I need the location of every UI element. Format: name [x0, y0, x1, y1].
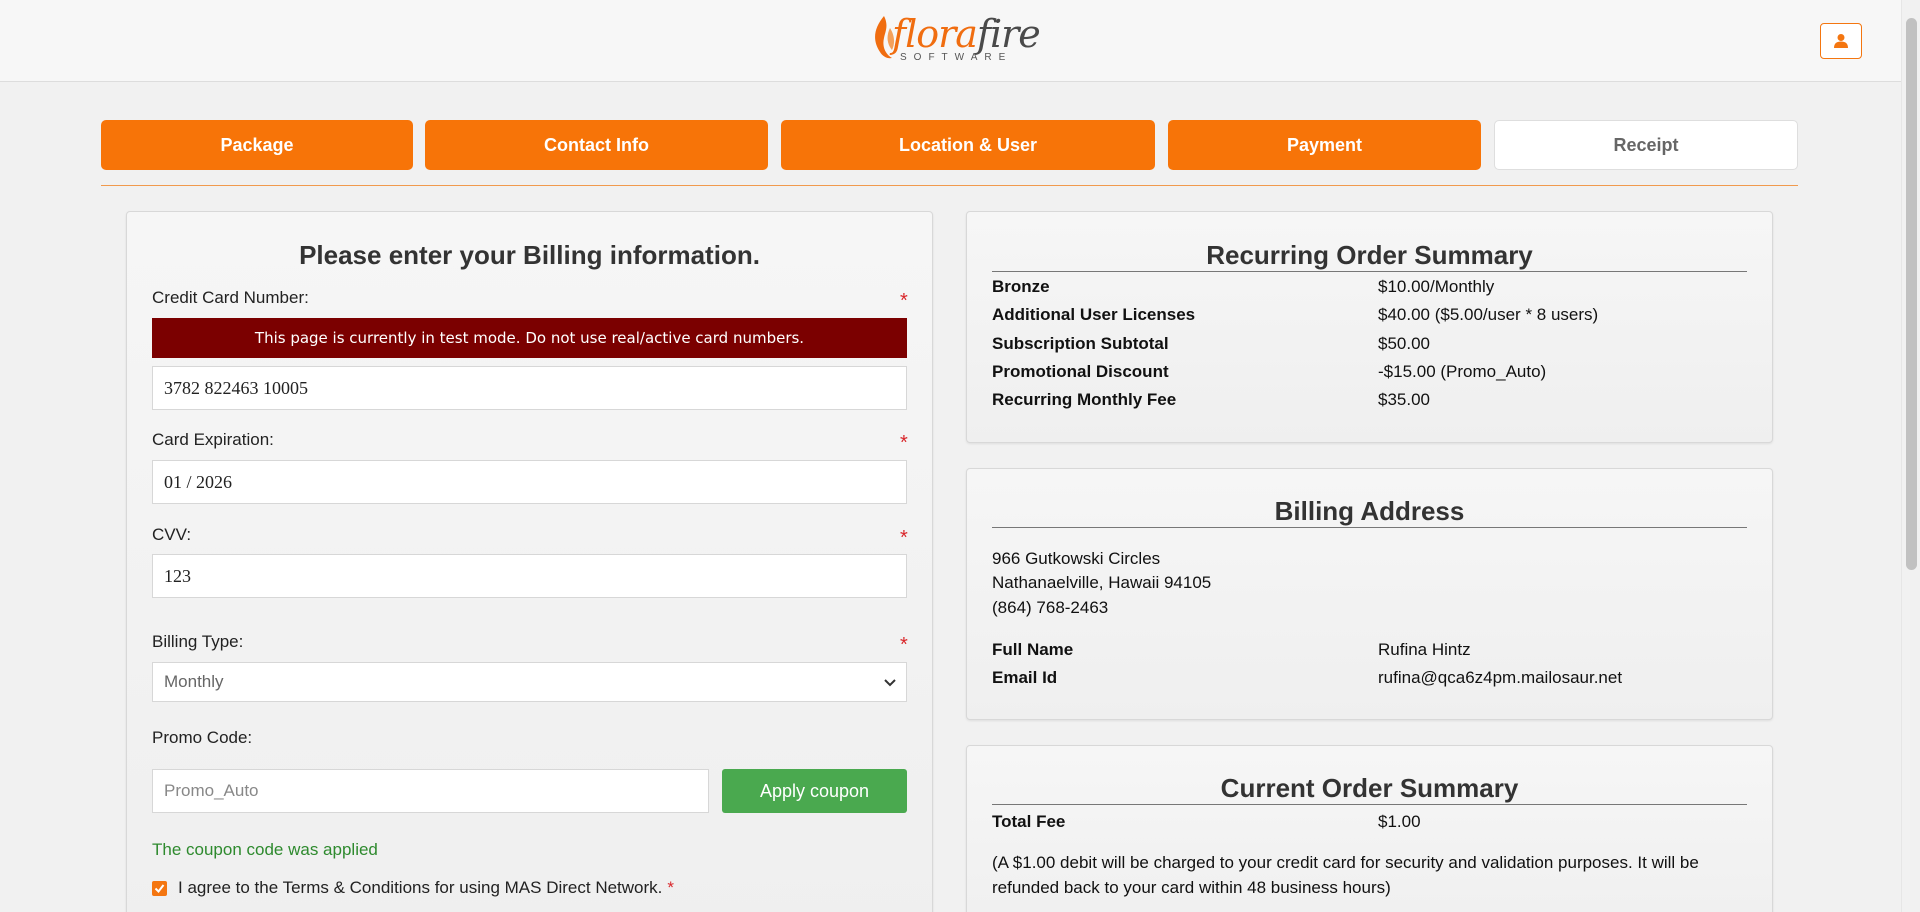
required-marker: * [900, 527, 908, 549]
summary-row: Bronze $10.00/Monthly [992, 277, 1747, 299]
cvv-label: CVV: [152, 525, 192, 544]
summary-row: Total Fee $1.00 [992, 812, 1747, 834]
current-summary-title: Current Order Summary [992, 773, 1747, 805]
billing-type-value: Monthly [164, 672, 224, 691]
card-number-label: Credit Card Number: [152, 288, 309, 307]
address-phone: (864) 768-2463 [992, 598, 1109, 617]
required-marker: * [667, 878, 675, 897]
row-value: $35.00 [1378, 390, 1430, 409]
coupon-success-message: The coupon code was applied [152, 840, 378, 859]
expiration-label: Card Expiration: [152, 430, 274, 449]
row-value: $50.00 [1378, 334, 1430, 353]
recurring-order-summary-panel: Recurring Order Summary Bronze $10.00/Mo… [966, 211, 1773, 443]
step-package[interactable]: Package [101, 120, 413, 170]
chevron-down-icon [884, 679, 896, 687]
florafire-logo[interactable]: florafire SOFTWARE [870, 12, 1041, 64]
card-number-input[interactable]: 3782 822463 10005 [152, 366, 907, 410]
row-value: rufina@qca6z4pm.mailosaur.net [1378, 668, 1623, 687]
billing-type-label: Billing Type: [152, 632, 244, 651]
row-value: -$15.00 (Promo_Auto) [1378, 362, 1547, 381]
current-order-summary-panel: Current Order Summary Total Fee $1.00 (A… [966, 745, 1773, 912]
row-key: Additional User Licenses [992, 305, 1196, 324]
row-value: Rufina Hintz [1378, 640, 1471, 659]
required-marker: * [900, 432, 908, 454]
test-mode-banner: This page is currently in test mode. Do … [152, 318, 907, 358]
page-scrollbar[interactable] [1901, 0, 1920, 912]
step-location-user[interactable]: Location & User [781, 120, 1155, 170]
terms-agreement: I agree to the Terms & Conditions for us… [152, 878, 674, 898]
row-key: Subscription Subtotal [992, 334, 1169, 353]
user-icon [1834, 34, 1848, 48]
address-row: Full Name Rufina Hintz [992, 640, 1747, 662]
address-row: Email Id rufina@qca6z4pm.mailosaur.net [992, 668, 1747, 690]
user-account-button[interactable] [1820, 23, 1862, 59]
row-key: Bronze [992, 277, 1050, 296]
row-key: Total Fee [992, 812, 1066, 831]
row-value: $10.00/Monthly [1378, 277, 1495, 296]
summary-row: Additional User Licenses $40.00 ($5.00/u… [992, 305, 1747, 327]
row-key: Email Id [992, 668, 1058, 687]
terms-checkbox[interactable] [152, 880, 167, 896]
scrollbar-thumb[interactable] [1906, 18, 1917, 570]
checkout-steps: Package Contact Info Location & User Pay… [0, 120, 1900, 170]
summary-row: Promotional Discount -$15.00 (Promo_Auto… [992, 362, 1747, 384]
card-expiration-input[interactable]: 01 / 2026 [152, 460, 907, 504]
apply-coupon-button[interactable]: Apply coupon [722, 769, 907, 813]
row-key: Promotional Discount [992, 362, 1169, 381]
summary-row: Recurring Monthly Fee $35.00 [992, 390, 1747, 412]
billing-address-panel: Billing Address 966 Gutkowski Circles Na… [966, 468, 1773, 720]
checkmark-icon [154, 883, 165, 893]
steps-divider [101, 185, 1798, 186]
row-key: Full Name [992, 640, 1074, 659]
address-line-1: 966 Gutkowski Circles [992, 549, 1161, 568]
row-value: $1.00 [1378, 812, 1421, 831]
step-receipt[interactable]: Receipt [1494, 120, 1798, 170]
debit-note: (A $1.00 debit will be charged to your c… [992, 853, 1699, 897]
row-value: $40.00 ($5.00/user * 8 users) [1378, 305, 1599, 324]
summary-row: Subscription Subtotal $50.00 [992, 334, 1747, 356]
row-key: Recurring Monthly Fee [992, 390, 1177, 409]
promo-code-input[interactable]: Promo_Auto [152, 769, 709, 813]
logo-subtitle: SOFTWARE [900, 52, 1013, 63]
step-payment[interactable]: Payment [1168, 120, 1481, 170]
cvv-input[interactable]: 123 [152, 554, 907, 598]
promo-code-label: Promo Code: [152, 728, 253, 747]
terms-text[interactable]: I agree to the Terms & Conditions for us… [178, 878, 662, 898]
top-header: florafire SOFTWARE [0, 0, 1901, 82]
billing-title: Please enter your Billing information. [299, 240, 760, 270]
billing-address-title: Billing Address [992, 496, 1747, 528]
required-marker: * [900, 634, 908, 656]
logo-wordmark: florafire [892, 12, 1041, 56]
required-marker: * [900, 290, 908, 312]
billing-info-panel: Please enter your Billing information. C… [126, 211, 933, 912]
billing-type-select[interactable]: Monthly [152, 662, 907, 702]
step-contact-info[interactable]: Contact Info [425, 120, 768, 170]
recurring-summary-title: Recurring Order Summary [992, 240, 1747, 272]
address-line-2: Nathanaelville, Hawaii 94105 [992, 573, 1212, 592]
